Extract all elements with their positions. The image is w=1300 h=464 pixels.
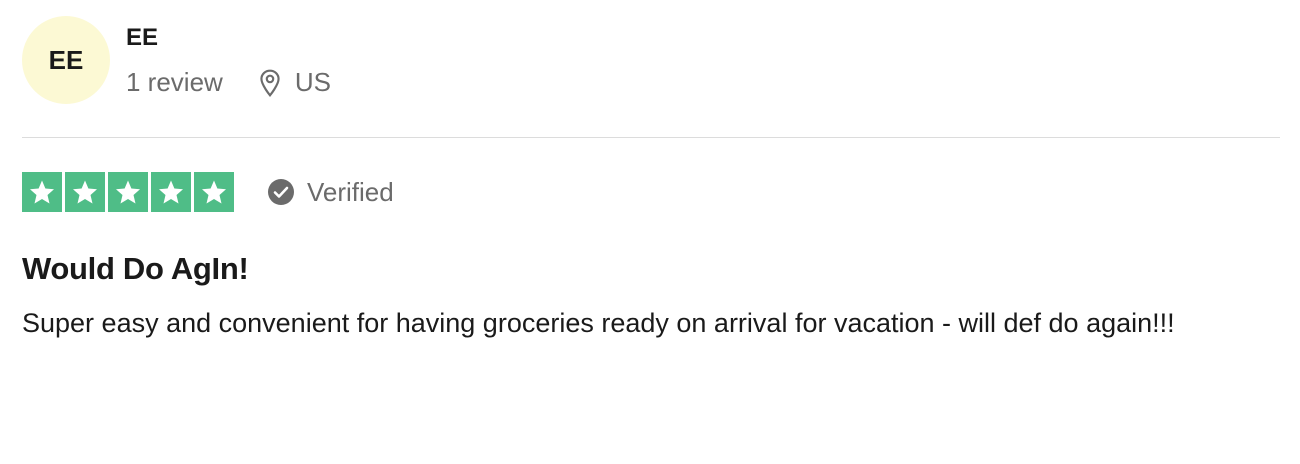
- verified-label: Verified: [307, 176, 394, 207]
- review-body: Super easy and convenient for having gro…: [22, 308, 1175, 338]
- avatar-initials: EE: [48, 44, 84, 75]
- review-count: 1 review: [126, 67, 223, 97]
- verified-badge[interactable]: Verified: [267, 177, 394, 208]
- reviewer-location: US: [257, 67, 331, 98]
- star-icon: [194, 172, 234, 212]
- star-rating: [22, 172, 234, 212]
- avatar[interactable]: EE: [22, 16, 110, 104]
- divider: [22, 137, 1280, 138]
- check-circle-icon: [268, 179, 294, 205]
- star-icon: [65, 172, 105, 212]
- reviewer-name[interactable]: EE: [126, 24, 331, 52]
- review-card: EE EE 1 review US Verified Would Do AgIn…: [22, 16, 1280, 344]
- reviewer-info: EE 1 review US: [126, 16, 331, 98]
- map-pin-icon: [260, 69, 280, 97]
- reviewer-meta: 1 review US: [126, 67, 331, 98]
- review-title[interactable]: Would Do AgIn!: [22, 250, 1280, 288]
- reviewer-header: EE EE 1 review US: [22, 16, 1280, 106]
- star-icon: [151, 172, 191, 212]
- star-icon: [22, 172, 62, 212]
- star-icon: [108, 172, 148, 212]
- rating-row: Verified: [22, 172, 1280, 212]
- reviewer-country: US: [294, 67, 331, 97]
